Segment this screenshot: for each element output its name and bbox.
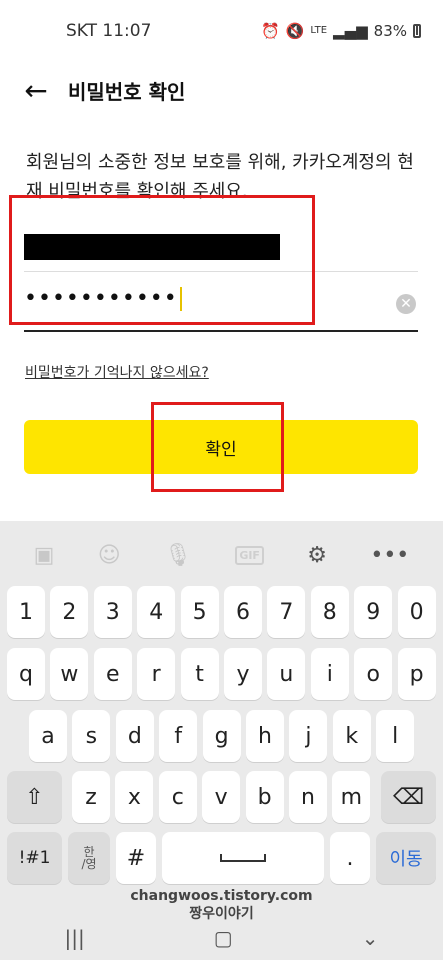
shift-icon[interactable]: ⇧ [7, 771, 62, 823]
key-w[interactable]: w [50, 648, 89, 700]
key-e[interactable]: e [93, 648, 132, 700]
language-toggle-key[interactable]: 한 /영 [68, 832, 110, 884]
key-b[interactable]: b [245, 771, 284, 823]
key-1[interactable]: 1 [7, 586, 45, 638]
emoji-icon[interactable]: ☺ [98, 543, 121, 568]
key-z[interactable]: z [72, 771, 110, 823]
space-key[interactable] [162, 832, 324, 884]
key-3[interactable]: 3 [93, 586, 132, 638]
redacted-id-block [24, 234, 280, 260]
carrier-time: SKT 11:07 [66, 21, 152, 41]
key-k[interactable]: k [332, 710, 371, 762]
key-a[interactable]: a [29, 710, 67, 762]
key-t[interactable]: t [180, 648, 219, 700]
arrow-left-icon[interactable]: ← [12, 66, 60, 114]
battery-percent: 83% [373, 22, 407, 40]
signal-icon: ▂▄▆ [333, 22, 368, 40]
key-6[interactable]: 6 [224, 586, 262, 638]
space-icon [220, 854, 266, 862]
system-nav-bar: ||| ▢ ⌄ [0, 916, 443, 960]
key-n[interactable]: n [289, 771, 327, 823]
key-7[interactable]: 7 [267, 586, 306, 638]
key-f[interactable]: f [159, 710, 198, 762]
password-input-value: ••••••••••• [24, 286, 182, 311]
mute-icon: 🔇 [285, 22, 305, 40]
microphone-icon[interactable]: 🎙 [164, 543, 192, 568]
key-c[interactable]: c [158, 771, 197, 823]
key-h[interactable]: h [246, 710, 284, 762]
key-9[interactable]: 9 [354, 586, 393, 638]
lte-label: LTE [310, 25, 328, 36]
key-4[interactable]: 4 [137, 586, 176, 638]
recent-apps-icon[interactable]: ||| [65, 926, 85, 950]
gear-icon[interactable]: ⚙ [307, 543, 327, 568]
key-o[interactable]: o [354, 648, 393, 700]
symbols-key[interactable]: !#1 [7, 832, 62, 884]
battery-icon [413, 24, 421, 38]
lang-key-english: /영 [81, 857, 97, 871]
key-j[interactable]: j [289, 710, 328, 762]
watermark-url: changwoos.tistory.com [130, 888, 313, 904]
home-icon[interactable]: ▢ [214, 926, 233, 950]
forgot-password-link[interactable]: 비밀번호가 기억나지 않으세요? [25, 362, 209, 382]
key-s[interactable]: s [72, 710, 111, 762]
keyboard-toolbar: ▣ ☺ 🎙 GIF ⚙ ••• [0, 521, 443, 589]
period-key[interactable]: . [330, 832, 370, 884]
key-p[interactable]: p [397, 648, 436, 700]
text-caret [179, 287, 182, 311]
key-g[interactable]: g [202, 710, 241, 762]
status-bar: SKT 11:07 ⏰ 🔇 LTE ▂▄▆ 83% [0, 0, 443, 62]
key-5[interactable]: 5 [180, 586, 219, 638]
more-icon[interactable]: ••• [370, 543, 409, 568]
app-bar: ← 비밀번호 확인 [0, 62, 443, 118]
key-y[interactable]: y [224, 648, 262, 700]
confirm-button[interactable]: 확인 [24, 420, 418, 474]
status-icons: ⏰ 🔇 LTE ▂▄▆ 83% [261, 22, 421, 40]
password-field[interactable]: ••••••••••• ✕ [24, 272, 418, 332]
hash-key[interactable]: # [116, 832, 156, 884]
sticker-icon[interactable]: ▣ [34, 543, 55, 568]
key-l[interactable]: l [376, 710, 415, 762]
key-r[interactable]: r [137, 648, 176, 700]
gif-icon[interactable]: GIF [235, 545, 264, 565]
alarm-icon: ⏰ [261, 22, 280, 40]
key-q[interactable]: q [7, 648, 45, 700]
key-x[interactable]: x [115, 771, 154, 823]
description-text: 회원님의 소중한 정보 보호를 위해, 카카오계정의 현재 비밀번호를 확인해 … [26, 152, 414, 202]
page-title: 비밀번호 확인 [68, 79, 186, 104]
key-2[interactable]: 2 [50, 586, 89, 638]
key-i[interactable]: i [310, 648, 349, 700]
key-v[interactable]: v [202, 771, 241, 823]
key-u[interactable]: u [267, 648, 306, 700]
key-d[interactable]: d [115, 710, 154, 762]
backspace-icon[interactable]: ⌫ [381, 771, 436, 823]
account-id-field[interactable] [24, 212, 418, 272]
clear-circle-icon[interactable]: ✕ [396, 294, 416, 314]
key-m[interactable]: m [332, 771, 371, 823]
back-chevron-icon[interactable]: ⌄ [362, 926, 379, 950]
key-0[interactable]: 0 [397, 586, 436, 638]
key-8[interactable]: 8 [310, 586, 349, 638]
go-action-key[interactable]: 이동 [376, 832, 436, 884]
